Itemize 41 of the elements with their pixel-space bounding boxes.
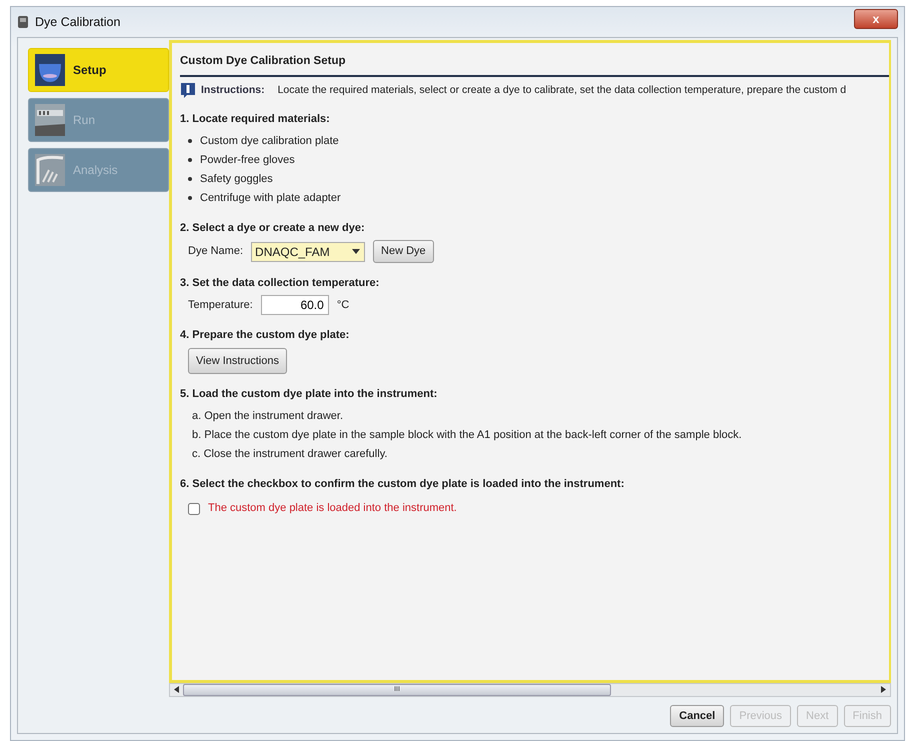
dye-name-dropdown[interactable]: DNAQC_FAM [251, 242, 366, 262]
field-label: Dye Name: [188, 244, 244, 260]
step-heading: 4. Prepare the custom dye plate: [180, 328, 350, 344]
window-title: Dye Calibration [35, 14, 120, 31]
close-button[interactable]: x [854, 9, 898, 29]
checkbox-label: The custom dye plate is loaded into the instrument. [208, 501, 457, 516]
bullet-icon [188, 196, 192, 200]
plot-icon [35, 154, 65, 186]
material-item: Centrifuge with plate adapter [200, 190, 341, 206]
bullet-icon [188, 177, 192, 182]
info-icon [180, 82, 196, 100]
scroll-left-icon[interactable] [174, 686, 179, 693]
step-heading: 3. Set the data collection temperature: [180, 276, 380, 291]
field-label: Temperature: [188, 298, 253, 313]
new-dye-button[interactable]: New Dye [373, 240, 434, 263]
footer-button[interactable]: Cancel [670, 704, 724, 727]
confirm-checkbox[interactable] [188, 502, 200, 514]
material-item: Custom dye calibration plate [200, 134, 339, 149]
material-item: Safety goggles [200, 172, 273, 187]
unit-label: °C [336, 298, 350, 313]
step-heading: 5. Load the custom dye plate into the instrument: [180, 387, 438, 402]
scroll-right-icon[interactable] [881, 686, 886, 693]
bullet-icon [188, 158, 192, 162]
sidebar-tab[interactable]: Setup [28, 48, 169, 92]
instrument-icon [35, 104, 65, 136]
step-heading: 6. Select the checkbox to confirm the custom dye plate is loaded into the instrument: [180, 476, 626, 492]
instruction-step: c. Close the instrument drawer carefully. [180, 444, 889, 464]
caret-icon [352, 249, 360, 254]
instructions-text: Locate the required materials, select or create a dye to calibrate, set the data collection temperature, prepare the custom d [278, 82, 846, 98]
panel-title: Custom Dye Calibration Setup [180, 53, 889, 78]
step-heading: 1. Locate required materials: [180, 112, 331, 128]
instruction-step: a. Open the instrument drawer. [180, 406, 889, 426]
bullet-icon [188, 139, 192, 144]
material-item: Powder-free gloves [200, 152, 295, 168]
beaker-icon [35, 54, 65, 86]
app-icon [17, 15, 29, 29]
temperature-field[interactable]: 60.0 [260, 295, 329, 316]
instructions-label: Instructions: [201, 82, 265, 98]
step-heading: 2. Select a dye or create a new dye: [180, 220, 366, 236]
instruction-step: b. Place the custom dye plate in the sample block with the A1 position at the back-left corner of the sample block. [180, 426, 889, 445]
view-instructions-button[interactable]: View Instructions [188, 348, 287, 374]
